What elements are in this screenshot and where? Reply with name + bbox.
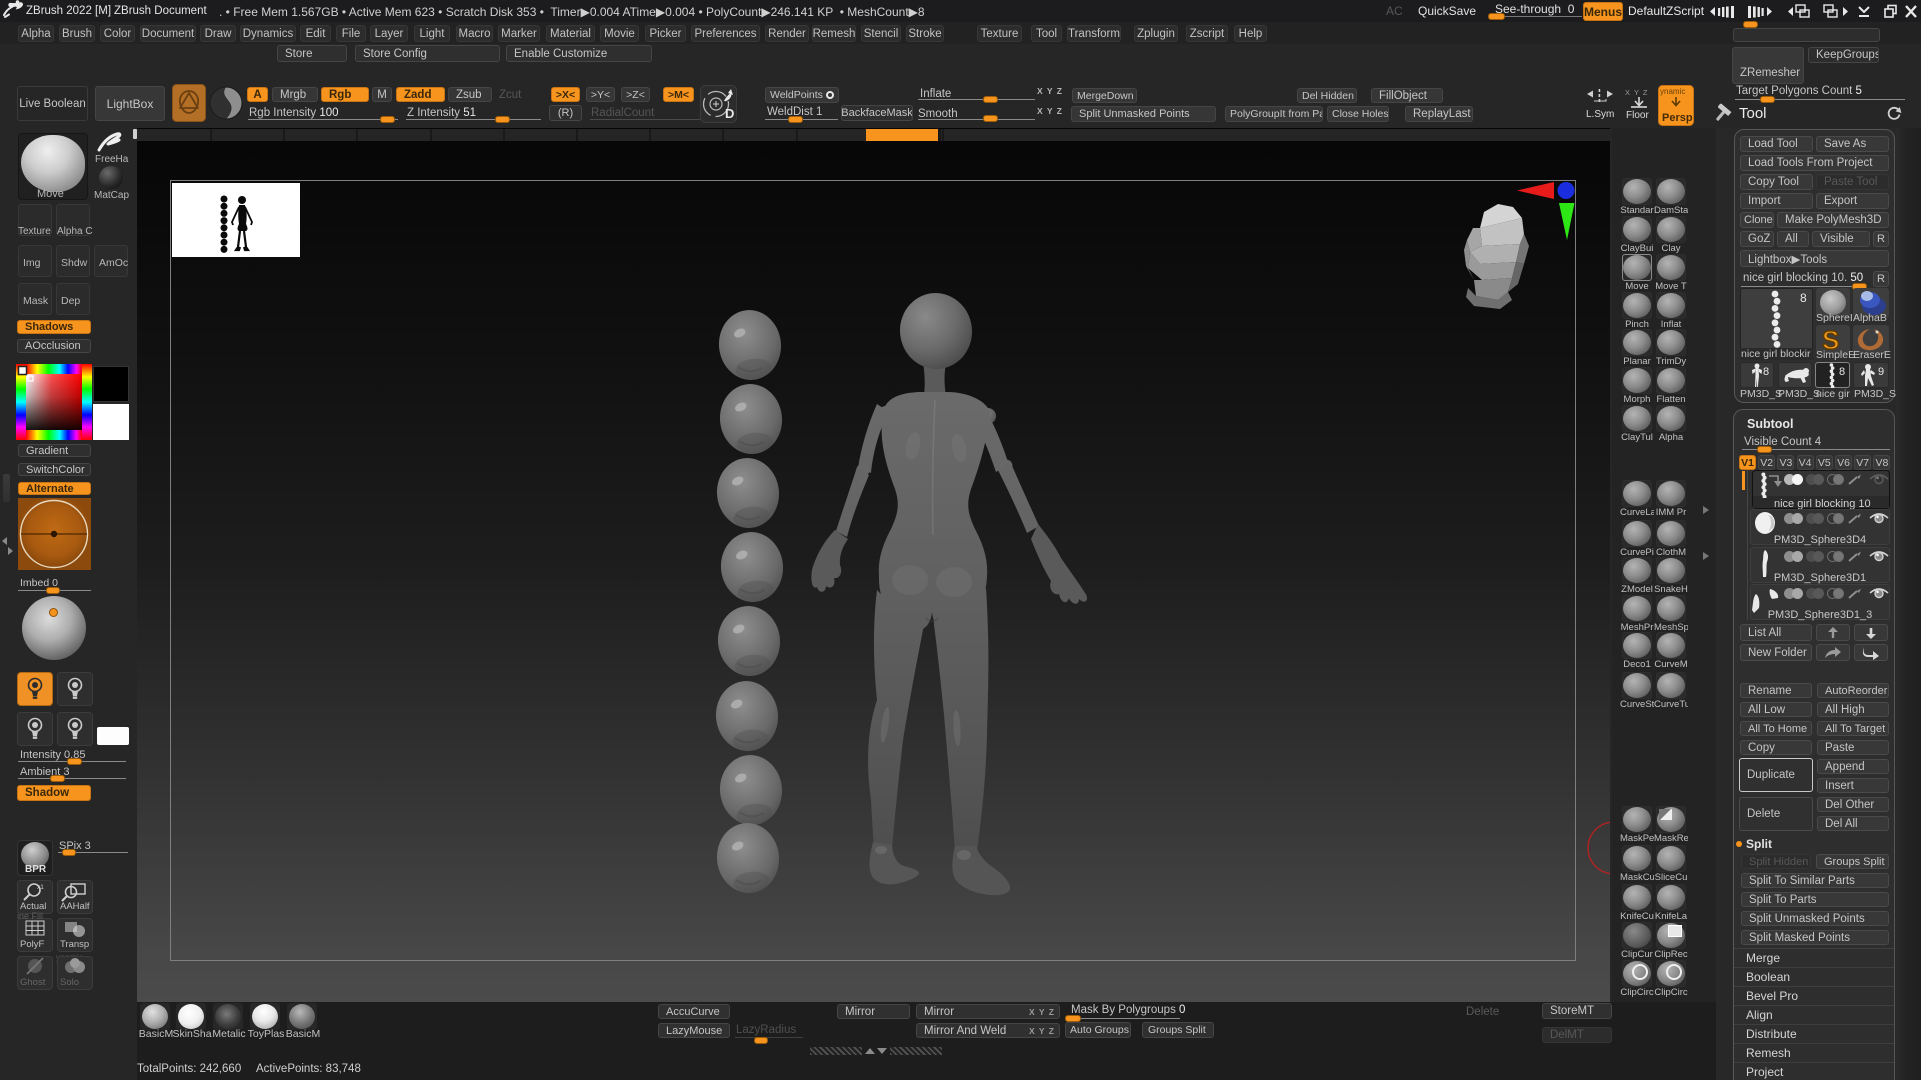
svg-text:x1: x1 — [37, 884, 44, 891]
svg-text:D: D — [725, 106, 734, 121]
svg-text:Persp: Persp — [1662, 112, 1693, 124]
svg-text:L.Sym: L.Sym — [1586, 109, 1614, 120]
svg-text:ynamic: ynamic — [1660, 87, 1685, 96]
svg-text:Floor: Floor — [1626, 110, 1649, 121]
svg-text:X Y Z: X Y Z — [1625, 88, 1648, 97]
